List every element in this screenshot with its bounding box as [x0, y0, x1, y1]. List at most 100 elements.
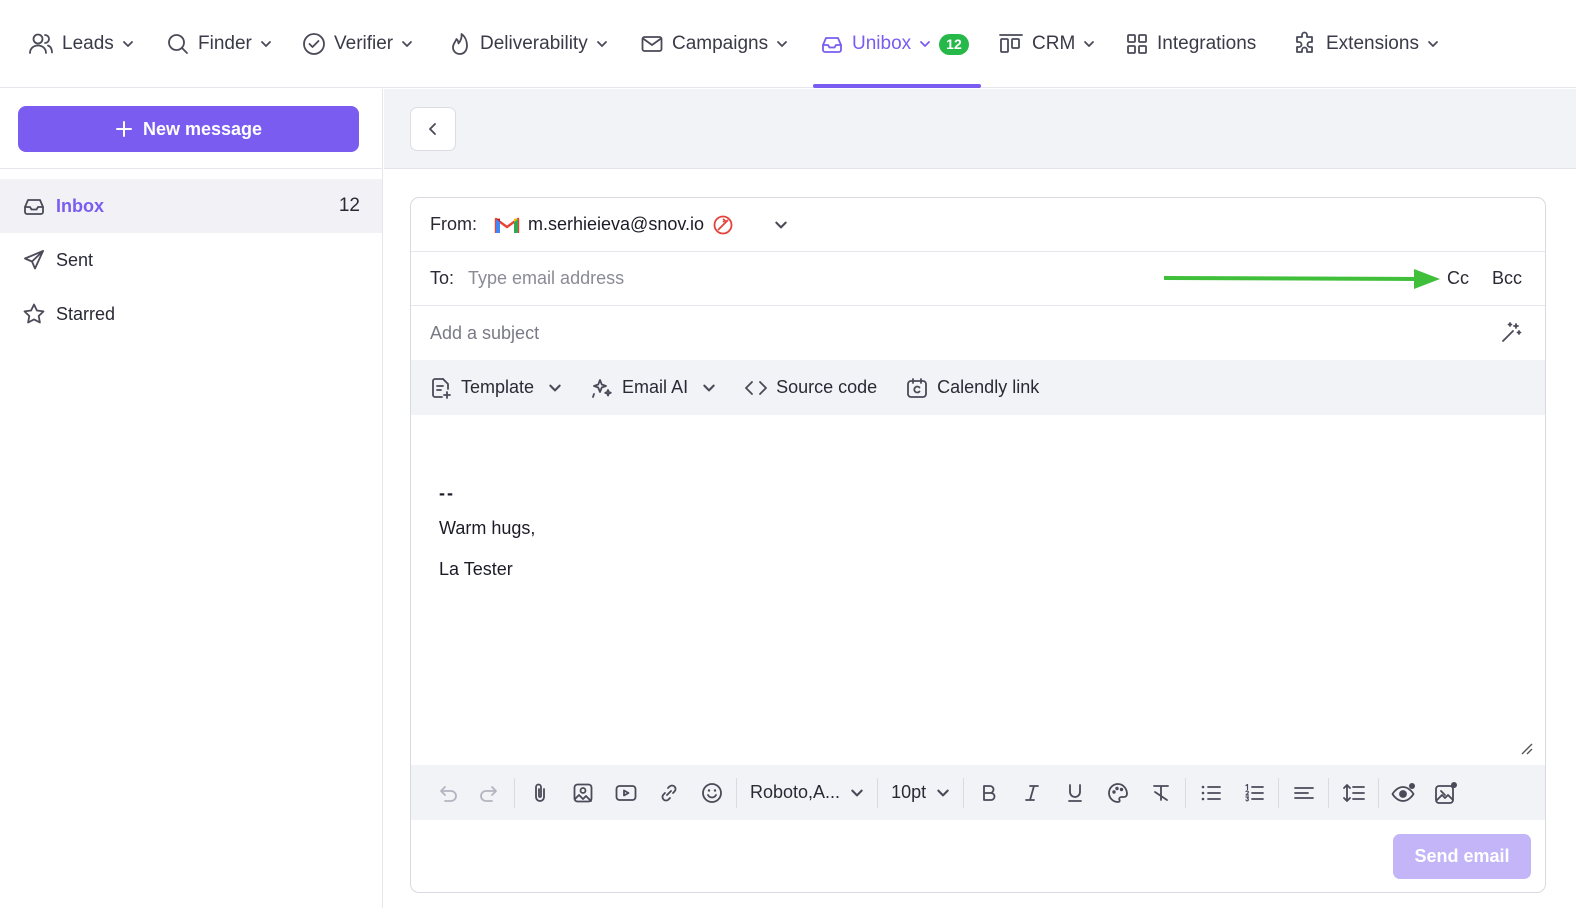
nav-unibox-label: Unibox — [852, 33, 912, 54]
inbox-count: 12 — [338, 195, 360, 216]
signature-line: Warm hugs, — [439, 518, 536, 538]
line-height-button[interactable] — [1332, 773, 1375, 813]
italic-button[interactable] — [1010, 773, 1053, 813]
inbox-icon — [24, 199, 44, 215]
bold-button[interactable] — [967, 773, 1010, 813]
nav-campaigns[interactable]: Campaigns — [640, 0, 788, 88]
emoji-button[interactable] — [690, 773, 733, 813]
sidebar-item-sent[interactable]: Sent — [0, 233, 382, 287]
sparkles-icon — [592, 378, 612, 398]
source-code-button[interactable]: Source code — [744, 376, 877, 400]
nav-deliverability[interactable]: Deliverability — [448, 0, 608, 88]
inbox-icon — [822, 37, 842, 53]
to-input[interactable] — [468, 268, 989, 289]
users-icon — [29, 33, 53, 54]
from-row: From: m.serhieieva@snov.io — [411, 198, 1545, 252]
chevron-down-icon — [851, 789, 863, 796]
nav-integrations-label: Integrations — [1157, 33, 1257, 54]
sidebar-item-starred[interactable]: Starred — [0, 287, 382, 341]
nav-verifier[interactable]: Verifier — [302, 0, 413, 88]
chevron-down-icon — [703, 384, 715, 391]
signature-separator: -- — [439, 483, 455, 503]
redo-button[interactable] — [468, 773, 511, 813]
email-ai-dropdown[interactable]: Email AI — [590, 376, 716, 400]
signature-line: La Tester — [439, 559, 513, 579]
attach-button[interactable] — [518, 773, 561, 813]
bcc-button[interactable]: Bcc — [1492, 268, 1522, 289]
insert-video-button[interactable] — [604, 773, 647, 813]
chevron-down-icon[interactable] — [774, 218, 788, 232]
insert-link-button[interactable] — [647, 773, 690, 813]
underline-button[interactable] — [1053, 773, 1096, 813]
sidebar-item-label: Inbox — [56, 195, 104, 216]
unibox-badge: 12 — [939, 33, 969, 55]
chevron-down-icon — [122, 41, 133, 47]
numbered-list-button[interactable] — [1232, 773, 1275, 813]
send-icon — [24, 250, 44, 270]
align-button[interactable] — [1282, 773, 1325, 813]
nav-integrations[interactable]: Integrations — [1125, 0, 1256, 88]
from-label: From: — [430, 214, 477, 234]
template-dropdown[interactable]: Template — [429, 376, 562, 400]
align-left-icon — [1293, 786, 1314, 799]
undo-icon — [439, 785, 457, 802]
undo-button[interactable] — [425, 773, 468, 813]
top-navigation: Leads Finder Verifier Deliverability Cam… — [0, 0, 1576, 88]
sidebar-item-inbox[interactable]: Inbox 12 — [0, 179, 382, 233]
personalized-image-button[interactable] — [1425, 773, 1468, 813]
clear-format-button[interactable] — [1139, 773, 1182, 813]
video-icon — [615, 784, 636, 801]
insert-image-button[interactable] — [561, 773, 604, 813]
nav-extensions[interactable]: Extensions — [1292, 0, 1439, 88]
active-tab-underline — [813, 84, 981, 88]
palette-icon — [1107, 782, 1128, 803]
calendar-icon — [907, 377, 928, 398]
toolbar-separator — [1185, 777, 1187, 808]
toolbar-separator — [1378, 777, 1380, 808]
toolbar-separator — [514, 777, 515, 808]
code-icon — [745, 380, 767, 395]
font-size-dropdown[interactable]: 10pt — [881, 773, 960, 813]
nav-finder-label: Finder — [198, 33, 252, 54]
italic-icon — [1024, 784, 1039, 801]
crm-icon — [999, 34, 1023, 53]
plus-icon — [115, 121, 132, 137]
color-button[interactable] — [1096, 773, 1139, 813]
line-height-icon — [1342, 783, 1365, 802]
nav-crm[interactable]: CRM — [998, 0, 1095, 88]
compose-form: From: m.serhieieva@snov.io To: Cc Bcc — [410, 197, 1546, 893]
resize-handle-icon[interactable] — [1519, 741, 1533, 755]
nav-leads[interactable]: Leads — [28, 0, 134, 88]
from-email: m.serhieieva@snov.io — [528, 214, 705, 234]
eye-icon — [1391, 782, 1415, 802]
email-ai-label: Email AI — [622, 377, 689, 397]
sidebar-item-label: Sent — [56, 249, 94, 270]
toolbar-separator — [963, 777, 965, 808]
chevron-down-icon — [549, 384, 561, 391]
paperclip-icon — [534, 783, 545, 802]
preview-button[interactable] — [1382, 773, 1425, 813]
toolbar-separator — [736, 777, 737, 808]
chevron-down-icon — [402, 41, 413, 47]
back-button[interactable] — [410, 107, 456, 151]
calendly-link-button[interactable]: Calendly link — [905, 376, 1039, 400]
font-family-value: Roboto,A... — [750, 782, 841, 802]
toolbar-separator — [877, 777, 879, 808]
new-message-button[interactable]: New message — [18, 106, 359, 152]
image-plus-icon — [1434, 781, 1457, 804]
warning-sync-icon — [713, 215, 733, 234]
nav-unibox[interactable]: Unibox 12 — [820, 0, 969, 88]
mail-icon — [641, 36, 663, 52]
subject-input[interactable] — [430, 322, 1330, 344]
send-email-button[interactable]: Send email — [1393, 834, 1531, 879]
editor-toolbar-top: Template Email AI Source code Calendly l… — [411, 360, 1545, 415]
chevron-down-icon — [937, 789, 949, 796]
magic-wand-icon[interactable] — [1499, 321, 1523, 345]
nav-finder[interactable]: Finder — [166, 0, 272, 88]
sidebar: New message Inbox 12 Sent Starred — [0, 89, 383, 908]
cc-button[interactable]: Cc — [1447, 268, 1469, 289]
bullet-list-button[interactable] — [1189, 773, 1232, 813]
font-family-dropdown[interactable]: Roboto,A... — [740, 773, 874, 813]
chevron-down-icon — [777, 41, 788, 47]
message-body[interactable]: -- Warm hugs, La Tester — [411, 415, 1545, 765]
